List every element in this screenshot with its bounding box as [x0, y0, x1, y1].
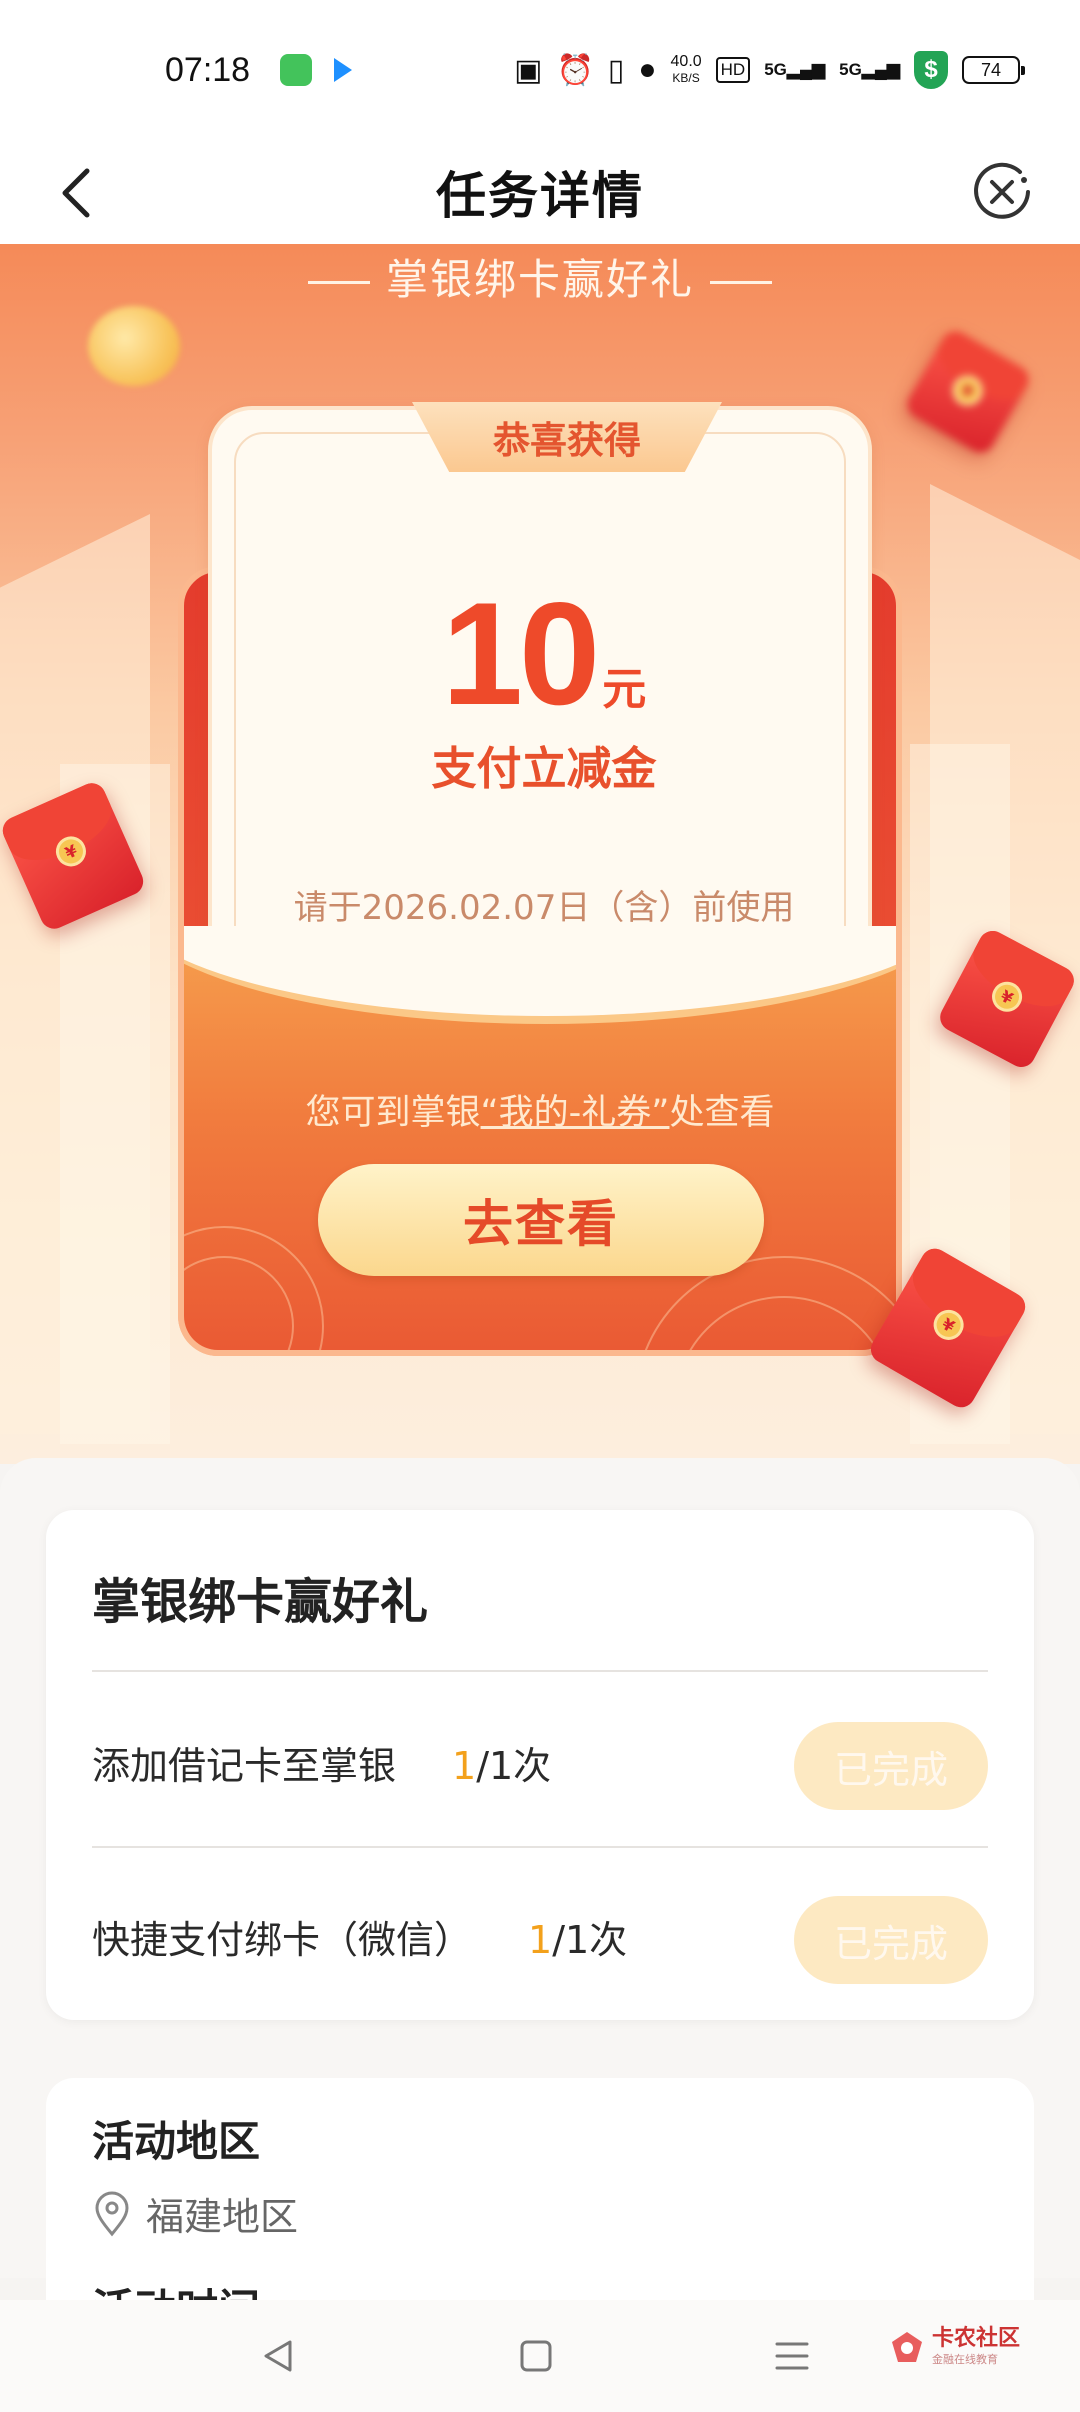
coupon-amount: 10 元: [212, 570, 876, 738]
divider: [710, 281, 772, 284]
net-speed-unit: KB/S: [672, 71, 700, 85]
region-row: 福建地区: [92, 2186, 298, 2241]
task-sheet: 掌银绑卡赢好礼 添加借记卡至掌银 1/1次 已完成 快捷支付绑卡（微信） 1/1…: [0, 1458, 1080, 2318]
banner-title-text: 掌银绑卡赢好礼: [385, 255, 694, 304]
watermark-slogan: 金融在线教育: [931, 2353, 998, 2366]
reward-banner: 掌银绑卡赢好礼 ¥ 恭喜获得 10 元 支付立减金 请于2026.02.07日（含…: [0, 244, 1080, 1464]
coupon-hint: 您可到掌银“我的-礼券”处查看: [184, 1084, 896, 1135]
nav-back-button[interactable]: [248, 2328, 308, 2384]
square-home-icon: [520, 2340, 552, 2372]
triangle-back-icon: [264, 2340, 292, 2372]
task-row: 添加借记卡至掌银 1/1次 已完成: [92, 1702, 988, 1822]
coupon-validity: 请于2026.02.07日（含）前使用: [293, 888, 795, 928]
envelope-front: 您可到掌银“我的-礼券”处查看 去查看: [178, 926, 902, 1356]
signal-icon: 5G▂▄▆: [839, 60, 900, 79]
task-progress: 1/1次: [528, 1909, 627, 1964]
task-progress-done: 1: [452, 1743, 477, 1788]
region-value: 福建地区: [146, 2195, 299, 2239]
task-progress-done: 1: [528, 1917, 553, 1962]
seal-icon: ¥: [947, 370, 989, 412]
status-bar: 07:18 ▣ ⏰ ▯ ● 40.0 KB/S HD 5G▂▄▆ 5G▂▄▆ $…: [0, 0, 1080, 140]
banner-title: 掌银绑卡赢好礼: [0, 244, 1080, 307]
divider: [92, 1670, 988, 1672]
congrats-ribbon: 恭喜获得: [412, 402, 722, 472]
signal-1-label: 5G: [764, 60, 787, 79]
hd-icon: HD: [715, 57, 751, 83]
page-title: 任务详情: [436, 167, 644, 225]
reward-card: 恭喜获得 10 元 支付立减金 请于2026.02.07日（含）前使用 您可到掌银…: [178, 402, 902, 1464]
watermark: 卡农社区 金融在线教育: [890, 2328, 1020, 2365]
watermark-name: 卡农社区: [931, 2326, 1020, 2351]
task-progress-total: /1次: [552, 1917, 628, 1962]
amount-unit: 元: [602, 665, 647, 714]
battery-icon: 74: [962, 56, 1025, 84]
divider: [307, 281, 370, 284]
amount-value: 10: [441, 572, 600, 735]
location-pin-icon: [95, 2191, 129, 2236]
hint-prefix: 您可到掌银: [305, 1093, 481, 1133]
net-speed-value: 40.0: [670, 53, 702, 70]
signal-icon: 5G▂▄▆: [764, 60, 826, 79]
back-button[interactable]: [40, 158, 110, 228]
alarm-icon: ⏰: [556, 53, 594, 87]
task-card-title: 掌银绑卡赢好礼: [92, 1574, 429, 1630]
coin-icon: [88, 306, 180, 386]
task-progress-total: /1次: [476, 1743, 552, 1788]
task-label: 快捷支付绑卡（微信）: [92, 1917, 473, 1962]
net-speed: 40.0 KB/S: [671, 53, 702, 87]
signal-2-label: 5G: [839, 60, 862, 79]
battery-level: 74: [980, 59, 1002, 80]
red-packet-icon: ¥: [902, 326, 1034, 458]
location-icon: ●: [638, 53, 657, 86]
watermark-logo-icon: [890, 2330, 924, 2364]
seal-icon: ¥: [986, 976, 1028, 1018]
status-time: 07:18: [165, 50, 251, 89]
shield-icon: $: [914, 51, 948, 89]
system-nav-bar: 卡农社区 金融在线教育: [0, 2300, 1080, 2412]
task-completed-button[interactable]: 已完成: [794, 1722, 988, 1810]
nav-menu-button[interactable]: [762, 2328, 822, 2384]
vibrate-icon: ▯: [607, 53, 625, 87]
task-row: 快捷支付绑卡（微信） 1/1次 已完成: [92, 1876, 988, 1996]
nav-bar: 任务详情: [0, 140, 1080, 244]
close-circle-icon: [974, 162, 1030, 219]
seal-icon: ¥: [928, 1304, 970, 1346]
message-app-icon: [280, 54, 313, 86]
task-card: 掌银绑卡赢好礼 添加借记卡至掌银 1/1次 已完成 快捷支付绑卡（微信） 1/1…: [46, 1510, 1034, 2020]
hint-suffix: 处查看: [669, 1093, 775, 1133]
arrow-app-icon: [334, 58, 353, 82]
task-completed-button[interactable]: 已完成: [794, 1896, 988, 1984]
nfc-icon: ▣: [514, 53, 543, 87]
task-label: 添加借记卡至掌银: [92, 1743, 397, 1788]
divider: [92, 1846, 988, 1848]
nav-home-button[interactable]: [506, 2328, 566, 2384]
menu-icon: [775, 2342, 809, 2370]
close-button[interactable]: [964, 154, 1040, 230]
coupon-type: 支付立减金: [431, 742, 657, 795]
region-title: 活动地区: [92, 2117, 261, 2166]
task-progress: 1/1次: [452, 1735, 551, 1790]
chevron-left-icon: [62, 168, 90, 218]
my-coupons-link[interactable]: “我的-礼券”: [481, 1093, 670, 1133]
activity-info-card: 活动地区 福建地区 活动时间: [46, 2078, 1034, 2318]
seal-icon: ¥: [51, 831, 91, 872]
view-coupon-button[interactable]: 去查看: [318, 1164, 764, 1276]
